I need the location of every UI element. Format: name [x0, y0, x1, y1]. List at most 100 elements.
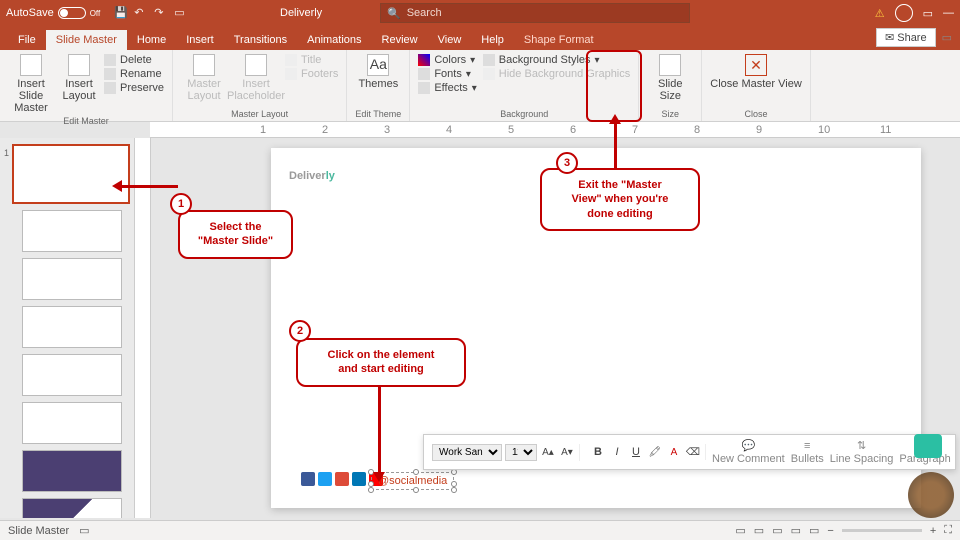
- tab-home[interactable]: Home: [127, 30, 176, 50]
- preserve-button[interactable]: Preserve: [104, 82, 164, 94]
- tab-slide-master[interactable]: Slide Master: [46, 30, 127, 50]
- tab-shape-format[interactable]: Shape Format: [514, 30, 604, 50]
- group-edit-theme: AaThemes Edit Theme: [347, 50, 410, 121]
- bullets-button[interactable]: ≡Bullets: [791, 440, 824, 465]
- minimize-icon[interactable]: —: [943, 7, 954, 19]
- preserve-icon: [104, 82, 116, 94]
- tab-animations[interactable]: Animations: [297, 30, 371, 50]
- accessibility-icon[interactable]: ▭: [79, 524, 89, 537]
- thumbnail-panel[interactable]: 1: [0, 138, 135, 518]
- underline-icon[interactable]: U: [628, 444, 644, 460]
- slide-size-button[interactable]: Slide Size: [647, 54, 693, 102]
- arrow-2: [378, 384, 381, 474]
- mini-toolbar[interactable]: Work Sans 11 A▴ A▾ B I U 🖍 A ⌫ 💬New Comm…: [423, 434, 956, 470]
- font-size-select[interactable]: 11: [505, 444, 537, 461]
- slideshow-icon[interactable]: ▭: [809, 524, 819, 537]
- layout-thumb[interactable]: [22, 498, 122, 518]
- rename-button[interactable]: Rename: [104, 68, 164, 80]
- tab-review[interactable]: Review: [372, 30, 428, 50]
- workspace: 1 Deliverly @socialmedia: [0, 138, 960, 518]
- linkedin-icon: [352, 472, 366, 486]
- status-mode: Slide Master: [8, 525, 69, 537]
- comments-icon[interactable]: ▭: [942, 31, 952, 44]
- help-badge[interactable]: [914, 434, 942, 458]
- callout-3: Exit the "MasterView" when you'redone ed…: [540, 168, 700, 231]
- italic-icon[interactable]: I: [609, 444, 625, 460]
- tab-view[interactable]: View: [428, 30, 472, 50]
- font-select[interactable]: Work Sans: [432, 444, 502, 461]
- search-box[interactable]: 🔍 Search: [380, 3, 690, 23]
- toggle-off-icon: [58, 7, 86, 19]
- increase-font-icon[interactable]: A▴: [540, 444, 556, 460]
- callout-badge-2: 2: [289, 320, 311, 342]
- logo-text: Deliverly: [289, 166, 335, 182]
- callout-2: Click on the elementand start editing: [296, 338, 466, 387]
- fonts-button[interactable]: Fonts ▾: [418, 68, 476, 80]
- font-color-icon[interactable]: A: [666, 444, 682, 460]
- rename-icon: [104, 68, 116, 80]
- google-icon: [335, 472, 349, 486]
- layout-thumb[interactable]: [22, 450, 122, 492]
- document-title: Deliverly: [280, 7, 322, 19]
- save-icon[interactable]: 💾: [114, 6, 128, 20]
- redo-icon[interactable]: ↷: [154, 6, 168, 20]
- decrease-font-icon[interactable]: A▾: [559, 444, 575, 460]
- layout-thumb[interactable]: [22, 306, 122, 348]
- notes-icon[interactable]: ▭: [735, 524, 745, 537]
- line-spacing-button[interactable]: ⇅Line Spacing: [830, 439, 894, 465]
- search-icon: 🔍: [387, 7, 401, 20]
- ribbon-tabs: File Slide Master Home Insert Transition…: [0, 26, 960, 50]
- group-close: ✕Close Master View Close: [702, 50, 811, 121]
- colors-button[interactable]: Colors ▾: [418, 54, 476, 66]
- new-comment-button: 💬New Comment: [712, 439, 785, 465]
- layout-thumb[interactable]: [22, 402, 122, 444]
- delete-icon: [104, 54, 116, 66]
- footers-checkbox: Footers: [285, 68, 338, 80]
- insert-placeholder-button: Insert Placeholder: [233, 54, 279, 102]
- zoom-in-icon[interactable]: +: [930, 525, 936, 537]
- group-edit-master: Insert Slide Master Insert Layout Delete…: [0, 50, 173, 121]
- highlight-icon[interactable]: 🖍: [647, 444, 663, 460]
- effects-button[interactable]: Effects ▾: [418, 82, 476, 94]
- quick-access-toolbar: 💾 ↶ ↷ ▭: [114, 6, 188, 20]
- layout-thumb[interactable]: [22, 258, 122, 300]
- zoom-slider[interactable]: [842, 529, 922, 532]
- close-master-view-button[interactable]: ✕Close Master View: [710, 54, 802, 90]
- ribbon-options-icon[interactable]: ▭: [923, 7, 933, 20]
- account-icon[interactable]: [895, 4, 913, 22]
- insert-layout-button[interactable]: Insert Layout: [60, 54, 98, 102]
- clear-format-icon[interactable]: ⌫: [685, 444, 701, 460]
- callout-badge-3: 3: [556, 152, 578, 174]
- bold-icon[interactable]: B: [590, 444, 606, 460]
- status-bar: Slide Master ▭ ▭ ▭ ▭ ▭ ▭ − + ⛶: [0, 520, 960, 540]
- titlebar: AutoSave Off 💾 ↶ ↷ ▭ Deliverly 🔍 Search …: [0, 0, 960, 26]
- callout-badge-1: 1: [170, 193, 192, 215]
- group-size: Slide Size Size: [639, 50, 702, 121]
- reading-view-icon[interactable]: ▭: [791, 524, 801, 537]
- master-slide-thumb[interactable]: 1: [12, 144, 130, 204]
- sorter-view-icon[interactable]: ▭: [772, 524, 782, 537]
- fonts-icon: [418, 68, 430, 80]
- undo-icon[interactable]: ↶: [134, 6, 148, 20]
- master-layout-button: Master Layout: [181, 54, 227, 102]
- share-button[interactable]: ✉ Share: [876, 28, 936, 47]
- horizontal-ruler: 1234567891011: [150, 122, 960, 138]
- tab-insert[interactable]: Insert: [176, 30, 224, 50]
- start-icon[interactable]: ▭: [174, 6, 188, 20]
- layout-thumb[interactable]: [22, 354, 122, 396]
- delete-button[interactable]: Delete: [104, 54, 164, 66]
- autosave-toggle[interactable]: AutoSave Off: [6, 7, 100, 19]
- normal-view-icon[interactable]: ▭: [754, 524, 764, 537]
- zoom-out-icon[interactable]: −: [827, 525, 833, 537]
- tab-transitions[interactable]: Transitions: [224, 30, 297, 50]
- group-master-layout: Master Layout Insert Placeholder Title F…: [173, 50, 347, 121]
- effects-icon: [418, 82, 430, 94]
- fit-icon[interactable]: ⛶: [944, 524, 952, 537]
- vertical-ruler: [135, 138, 151, 518]
- warning-icon[interactable]: ⚠: [875, 7, 885, 20]
- tab-file[interactable]: File: [8, 30, 46, 50]
- themes-button[interactable]: AaThemes: [355, 54, 401, 90]
- insert-slide-master-button[interactable]: Insert Slide Master: [8, 54, 54, 114]
- tab-help[interactable]: Help: [471, 30, 514, 50]
- layout-thumb[interactable]: [22, 210, 122, 252]
